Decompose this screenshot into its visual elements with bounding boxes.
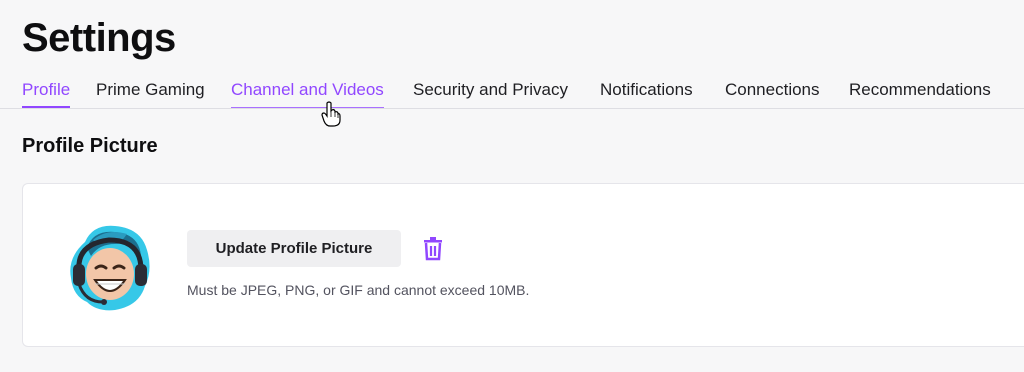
page-title: Settings	[22, 16, 176, 60]
section-title: Profile Picture	[22, 135, 158, 157]
tab-label: Notifications	[600, 80, 693, 99]
tab-prime-gaming[interactable]: Prime Gaming	[96, 79, 205, 101]
trash-icon[interactable]	[422, 237, 444, 261]
tab-recommendations[interactable]: Recommendations	[849, 79, 991, 101]
hover-tab-underline	[231, 107, 384, 108]
tab-label: Profile	[22, 80, 71, 99]
avatar	[70, 225, 150, 311]
tab-label: Connections	[725, 80, 820, 99]
active-tab-underline	[22, 106, 71, 108]
hand-pointer-icon	[321, 101, 341, 127]
tab-label: Prime Gaming	[96, 80, 205, 99]
file-requirements-hint: Must be JPEG, PNG, or GIF and cannot exc…	[187, 282, 530, 298]
tab-security-and-privacy[interactable]: Security and Privacy	[413, 79, 568, 101]
tab-connections[interactable]: Connections	[725, 79, 820, 101]
tab-profile[interactable]: Profile	[22, 79, 71, 108]
profile-picture-card: Update Profile Picture Must be JPEG, PNG…	[22, 183, 1024, 347]
settings-tabs: Profile Prime Gaming Channel and Videos …	[0, 76, 1024, 109]
tab-notifications[interactable]: Notifications	[600, 79, 693, 101]
tab-label: Channel and Videos	[231, 80, 384, 99]
tab-channel-and-videos[interactable]: Channel and Videos	[231, 79, 384, 108]
tab-label: Security and Privacy	[413, 80, 568, 99]
settings-page: Settings Profile Prime Gaming Channel an…	[0, 0, 1024, 372]
update-profile-picture-button[interactable]: Update Profile Picture	[187, 230, 401, 267]
tab-label: Recommendations	[849, 80, 991, 99]
